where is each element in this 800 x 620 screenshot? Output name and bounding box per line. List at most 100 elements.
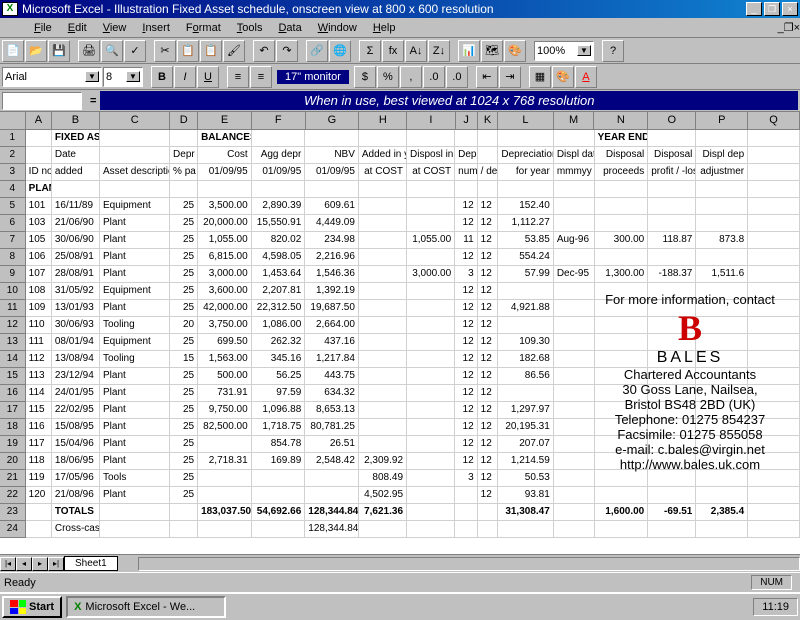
cell[interactable] xyxy=(554,181,595,198)
col-header-C[interactable]: C xyxy=(100,112,170,129)
cell[interactable] xyxy=(252,181,306,198)
cell[interactable]: 808.49 xyxy=(359,470,407,487)
cell[interactable] xyxy=(359,130,407,147)
col-header-M[interactable]: M xyxy=(554,112,595,129)
cell[interactable]: 08/01/94 xyxy=(52,334,100,351)
cell[interactable] xyxy=(748,385,800,402)
cell[interactable]: Plant xyxy=(100,215,170,232)
cell[interactable] xyxy=(170,521,198,538)
format-painter-button[interactable]: 🖌 xyxy=(223,40,245,62)
cell[interactable]: 12 xyxy=(455,385,478,402)
cell[interactable]: 3,000.00 xyxy=(407,266,455,283)
cell[interactable] xyxy=(696,385,748,402)
cell[interactable] xyxy=(407,453,455,470)
cell[interactable] xyxy=(359,436,407,453)
cell[interactable] xyxy=(648,521,696,538)
cell[interactable]: Asset description xyxy=(100,164,170,181)
increase-decimal-button[interactable]: .0 xyxy=(423,66,445,88)
menu-help[interactable]: Help xyxy=(365,20,404,36)
cell[interactable]: 12 xyxy=(478,351,499,368)
cell[interactable]: 12 xyxy=(478,215,499,232)
row-header[interactable]: 16 xyxy=(0,385,26,402)
row-header[interactable]: 7 xyxy=(0,232,26,249)
cell[interactable] xyxy=(498,521,553,538)
menu-tools[interactable]: Tools xyxy=(229,20,271,36)
cell[interactable]: 12 xyxy=(455,198,478,215)
cell[interactable]: 12 xyxy=(455,334,478,351)
cell[interactable]: Added in yr xyxy=(359,147,407,164)
cell[interactable] xyxy=(748,402,800,419)
cell[interactable]: 12 xyxy=(455,402,478,419)
cell[interactable]: 345.16 xyxy=(252,351,306,368)
cell[interactable]: Date xyxy=(52,147,100,164)
cell[interactable] xyxy=(748,487,800,504)
cell[interactable] xyxy=(696,402,748,419)
row-header[interactable]: 5 xyxy=(0,198,26,215)
cell[interactable] xyxy=(748,300,800,317)
cell[interactable]: 2,207.81 xyxy=(252,283,306,300)
row-header[interactable]: 18 xyxy=(0,419,26,436)
cell[interactable]: 113 xyxy=(26,368,52,385)
cell[interactable] xyxy=(595,368,649,385)
cell[interactable] xyxy=(359,385,407,402)
cell[interactable] xyxy=(696,487,748,504)
cell[interactable]: 12 xyxy=(455,368,478,385)
cell[interactable] xyxy=(554,130,595,147)
cell[interactable] xyxy=(359,402,407,419)
tab-last-button[interactable]: ▸| xyxy=(48,557,64,571)
cell[interactable] xyxy=(554,436,595,453)
preview-button[interactable]: 🔍 xyxy=(101,40,123,62)
cell[interactable] xyxy=(407,402,455,419)
cell[interactable] xyxy=(407,419,455,436)
cell[interactable]: 1,217.84 xyxy=(305,351,359,368)
cell[interactable] xyxy=(359,215,407,232)
cell[interactable]: 128,344.84 xyxy=(305,504,359,521)
cell[interactable]: 12 xyxy=(478,249,499,266)
cell[interactable] xyxy=(748,436,800,453)
excel-doc-icon[interactable] xyxy=(4,20,22,36)
cell[interactable]: Plant xyxy=(100,300,170,317)
cell[interactable] xyxy=(696,419,748,436)
cell[interactable] xyxy=(305,487,359,504)
cell[interactable] xyxy=(100,181,170,198)
maximize-button[interactable]: ❐ xyxy=(764,2,780,16)
cell[interactable]: 4,598.05 xyxy=(252,249,306,266)
cell[interactable] xyxy=(748,504,800,521)
cell[interactable]: 112 xyxy=(26,351,52,368)
cell[interactable]: 183,037.50 xyxy=(198,504,252,521)
cell[interactable]: 1,112.27 xyxy=(498,215,553,232)
cut-button[interactable]: ✂ xyxy=(154,40,176,62)
cell[interactable]: 12 xyxy=(455,317,478,334)
cell[interactable]: 873.8 xyxy=(696,232,748,249)
cell[interactable] xyxy=(648,215,696,232)
cell[interactable]: 1,055.00 xyxy=(198,232,252,249)
cell[interactable] xyxy=(478,181,499,198)
fill-color-button[interactable]: 🎨 xyxy=(552,66,574,88)
cell[interactable] xyxy=(748,368,800,385)
cell[interactable]: 12 xyxy=(478,198,499,215)
cell[interactable] xyxy=(696,130,748,147)
col-header-A[interactable]: A xyxy=(26,112,52,129)
cell[interactable]: 1,563.00 xyxy=(198,351,252,368)
hyperlink-button[interactable]: 🔗 xyxy=(306,40,328,62)
spreadsheet-grid[interactable]: ABCDEFGHIJKLMNOPQ 1FIXED ASSETSBALANCES … xyxy=(0,112,800,554)
cell[interactable]: 21/06/90 xyxy=(52,215,100,232)
cell[interactable]: at COST xyxy=(359,164,407,181)
cell[interactable]: 12 xyxy=(455,283,478,300)
cell[interactable] xyxy=(554,317,595,334)
cell[interactable] xyxy=(696,198,748,215)
cell[interactable] xyxy=(748,164,800,181)
col-header-N[interactable]: N xyxy=(594,112,648,129)
comma-button[interactable]: , xyxy=(400,66,422,88)
bold-button[interactable]: B xyxy=(151,66,173,88)
cell[interactable]: 103 xyxy=(26,215,52,232)
cell[interactable]: 25 xyxy=(170,436,198,453)
sort-desc-button[interactable]: Z↓ xyxy=(428,40,450,62)
cell[interactable]: 12 xyxy=(478,487,499,504)
cell[interactable]: YEAR ENDED 31-Aug-96 xyxy=(595,130,649,147)
cell[interactable]: 30/06/90 xyxy=(52,232,100,249)
cell[interactable]: 207.07 xyxy=(498,436,553,453)
cell[interactable]: 2,718.31 xyxy=(198,453,252,470)
cell[interactable]: 120 xyxy=(26,487,52,504)
cell[interactable] xyxy=(748,334,800,351)
